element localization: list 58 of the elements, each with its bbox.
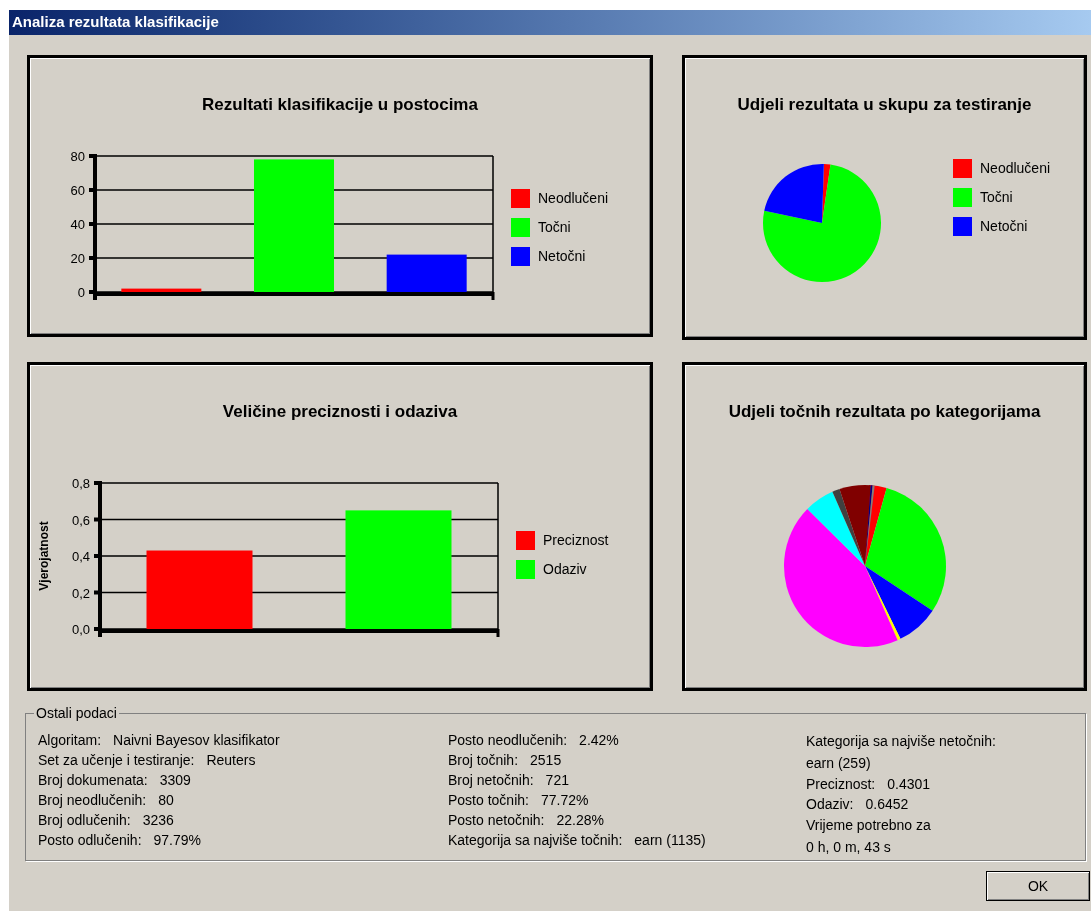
- chart-title: Udjeli rezultata u skupu za testiranje: [736, 94, 1033, 116]
- detail-value: 3236: [142, 810, 174, 830]
- legend-label: Netočni: [980, 217, 1028, 236]
- detail-label: Odaziv:: [806, 794, 854, 814]
- detail-value: earn (1135): [634, 830, 706, 850]
- detail-value: 97.79%: [153, 830, 201, 850]
- detail-label: Preciznost:: [806, 774, 876, 794]
- chart-title: Rezultati klasifikacije u postocima: [201, 94, 479, 116]
- legend-label: Odaziv: [543, 559, 587, 579]
- tick-label: 0,2: [71, 585, 90, 600]
- legend-label: Preciznost: [543, 530, 609, 550]
- detail-label: Posto neodlučenih:: [448, 730, 568, 750]
- detail-value: 22.28%: [556, 810, 604, 830]
- ok-button[interactable]: OK: [986, 871, 1090, 901]
- tick-label: 40: [70, 216, 85, 232]
- detail-label: Posto odlučenih:: [38, 830, 142, 850]
- detail-value: 2515: [530, 750, 562, 770]
- detail-value: 0 h, 0 m, 43 s: [806, 837, 892, 857]
- group-title: Ostali podaci: [35, 704, 118, 723]
- detail-label: Vrijeme potrebno za: [806, 815, 932, 835]
- detail-label: Broj točnih:: [448, 750, 519, 770]
- detail-label: Kategorija sa najviše točnih:: [448, 830, 623, 850]
- detail-label: Posto točnih:: [448, 790, 529, 810]
- legend-label: Točni: [980, 188, 1013, 207]
- detail-label: Broj odlučenih:: [38, 810, 131, 830]
- detail-label: Posto netočnih:: [448, 810, 545, 830]
- tick-label: 0,6: [71, 512, 90, 527]
- detail-label: Algoritam:: [38, 730, 102, 750]
- tick-label: 60: [70, 182, 85, 198]
- detail-value: 721: [545, 770, 569, 790]
- legend-label: Neodlučeni: [538, 189, 609, 208]
- legend-label: Točni: [538, 218, 571, 237]
- detail-value: 77.72%: [540, 790, 589, 810]
- detail-label: Set za učenje i testiranje:: [38, 750, 195, 770]
- detail-label: Broj neodlučenih:: [38, 790, 147, 810]
- chart-title: Udjeli točnih rezultata po kategorijama: [727, 401, 1042, 423]
- tick-label: 0: [77, 284, 85, 300]
- detail-label: Kategorija sa najviše netočnih:: [806, 731, 996, 751]
- tick-label: 0,4: [71, 548, 90, 564]
- detail-value: Naivni Bayesov klasifikator: [113, 730, 280, 750]
- detail-label: Broj dokumenata:: [38, 770, 148, 790]
- tick-label: 20: [70, 250, 85, 266]
- detail-value: 0.4301: [887, 774, 931, 794]
- tick-label: 80: [70, 148, 85, 164]
- tick-label: 0,0: [71, 621, 90, 637]
- window-title: Analiza rezultata klasifikacije: [12, 12, 219, 33]
- detail-value: earn (259): [806, 753, 872, 773]
- tick-label: 0,8: [71, 475, 90, 491]
- detail-value: 2.42%: [579, 730, 619, 750]
- y-axis-label: Vjerojatnost: [37, 520, 51, 591]
- legend-label: Neodlučeni: [980, 159, 1051, 178]
- detail-value: 3309: [159, 770, 191, 790]
- detail-value: Reuters: [206, 750, 256, 770]
- detail-value: 80: [158, 790, 174, 810]
- legend-label: Netočni: [538, 247, 586, 266]
- chart-title: Veličine preciznosti i odaziva: [221, 401, 459, 423]
- detail-value: 0.6452: [865, 794, 909, 814]
- detail-label: Broj netočnih:: [448, 770, 534, 790]
